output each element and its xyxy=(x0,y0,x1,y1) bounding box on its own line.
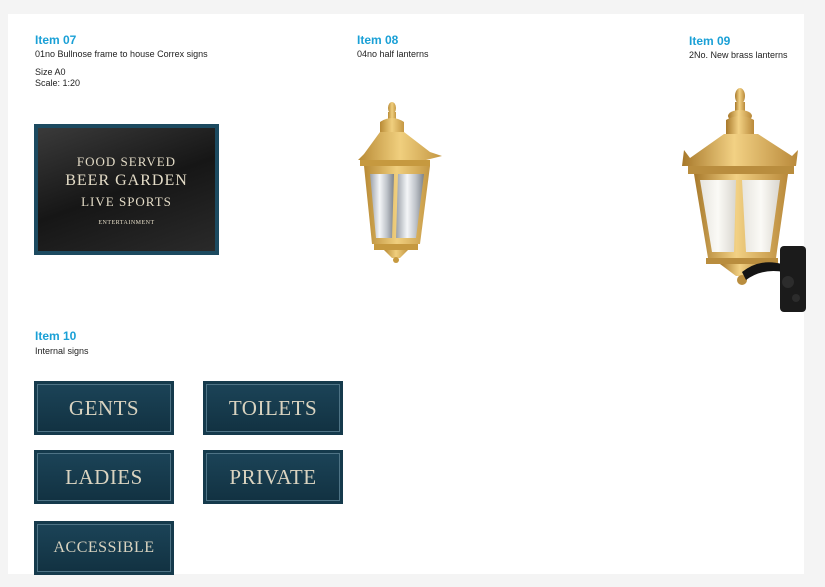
sign-line-entertainment: ENTERTAINMENT xyxy=(98,219,155,226)
item-10-title: Item 10 xyxy=(35,329,77,343)
bullnose-frame-sign: FOOD SERVED BEER GARDEN LIVE SPORTS ENTE… xyxy=(34,124,219,255)
item-08-title: Item 08 xyxy=(357,33,399,47)
item-07-description: 01no Bullnose frame to house Correx sign… xyxy=(35,49,208,59)
item-07-scale: Scale: 1:20 xyxy=(35,78,81,88)
sign-private: PRIVATE xyxy=(203,450,343,504)
sign-private-label: PRIVATE xyxy=(206,453,340,501)
sign-accessible: ACCESSIBLE xyxy=(34,521,174,575)
half-lantern-image xyxy=(358,102,442,263)
item-07-size: Size A0 xyxy=(35,67,66,77)
item-09-description: 2No. New brass lanterns xyxy=(689,50,788,60)
correx-sign-panel: FOOD SERVED BEER GARDEN LIVE SPORTS ENTE… xyxy=(38,128,215,251)
item-09-title: Item 09 xyxy=(689,34,731,48)
item-08-description: 04no half lanterns xyxy=(357,49,429,59)
sign-toilets-label: TOILETS xyxy=(206,384,340,432)
sign-gents: GENTS xyxy=(34,381,174,435)
brass-lantern-image xyxy=(682,88,806,312)
sign-line-food-served: FOOD SERVED xyxy=(76,153,177,169)
sign-accessible-label: ACCESSIBLE xyxy=(37,524,171,572)
sign-toilets: TOILETS xyxy=(203,381,343,435)
sign-ladies: LADIES xyxy=(34,450,174,504)
sign-ladies-label: LADIES xyxy=(37,453,171,501)
sign-line-beer-garden: BEER GARDEN xyxy=(65,171,188,189)
item-10-description: Internal signs xyxy=(35,346,89,356)
sign-gents-label: GENTS xyxy=(37,384,171,432)
item-07-title: Item 07 xyxy=(35,33,77,47)
sign-line-live-sports: LIVE SPORTS xyxy=(81,193,172,209)
